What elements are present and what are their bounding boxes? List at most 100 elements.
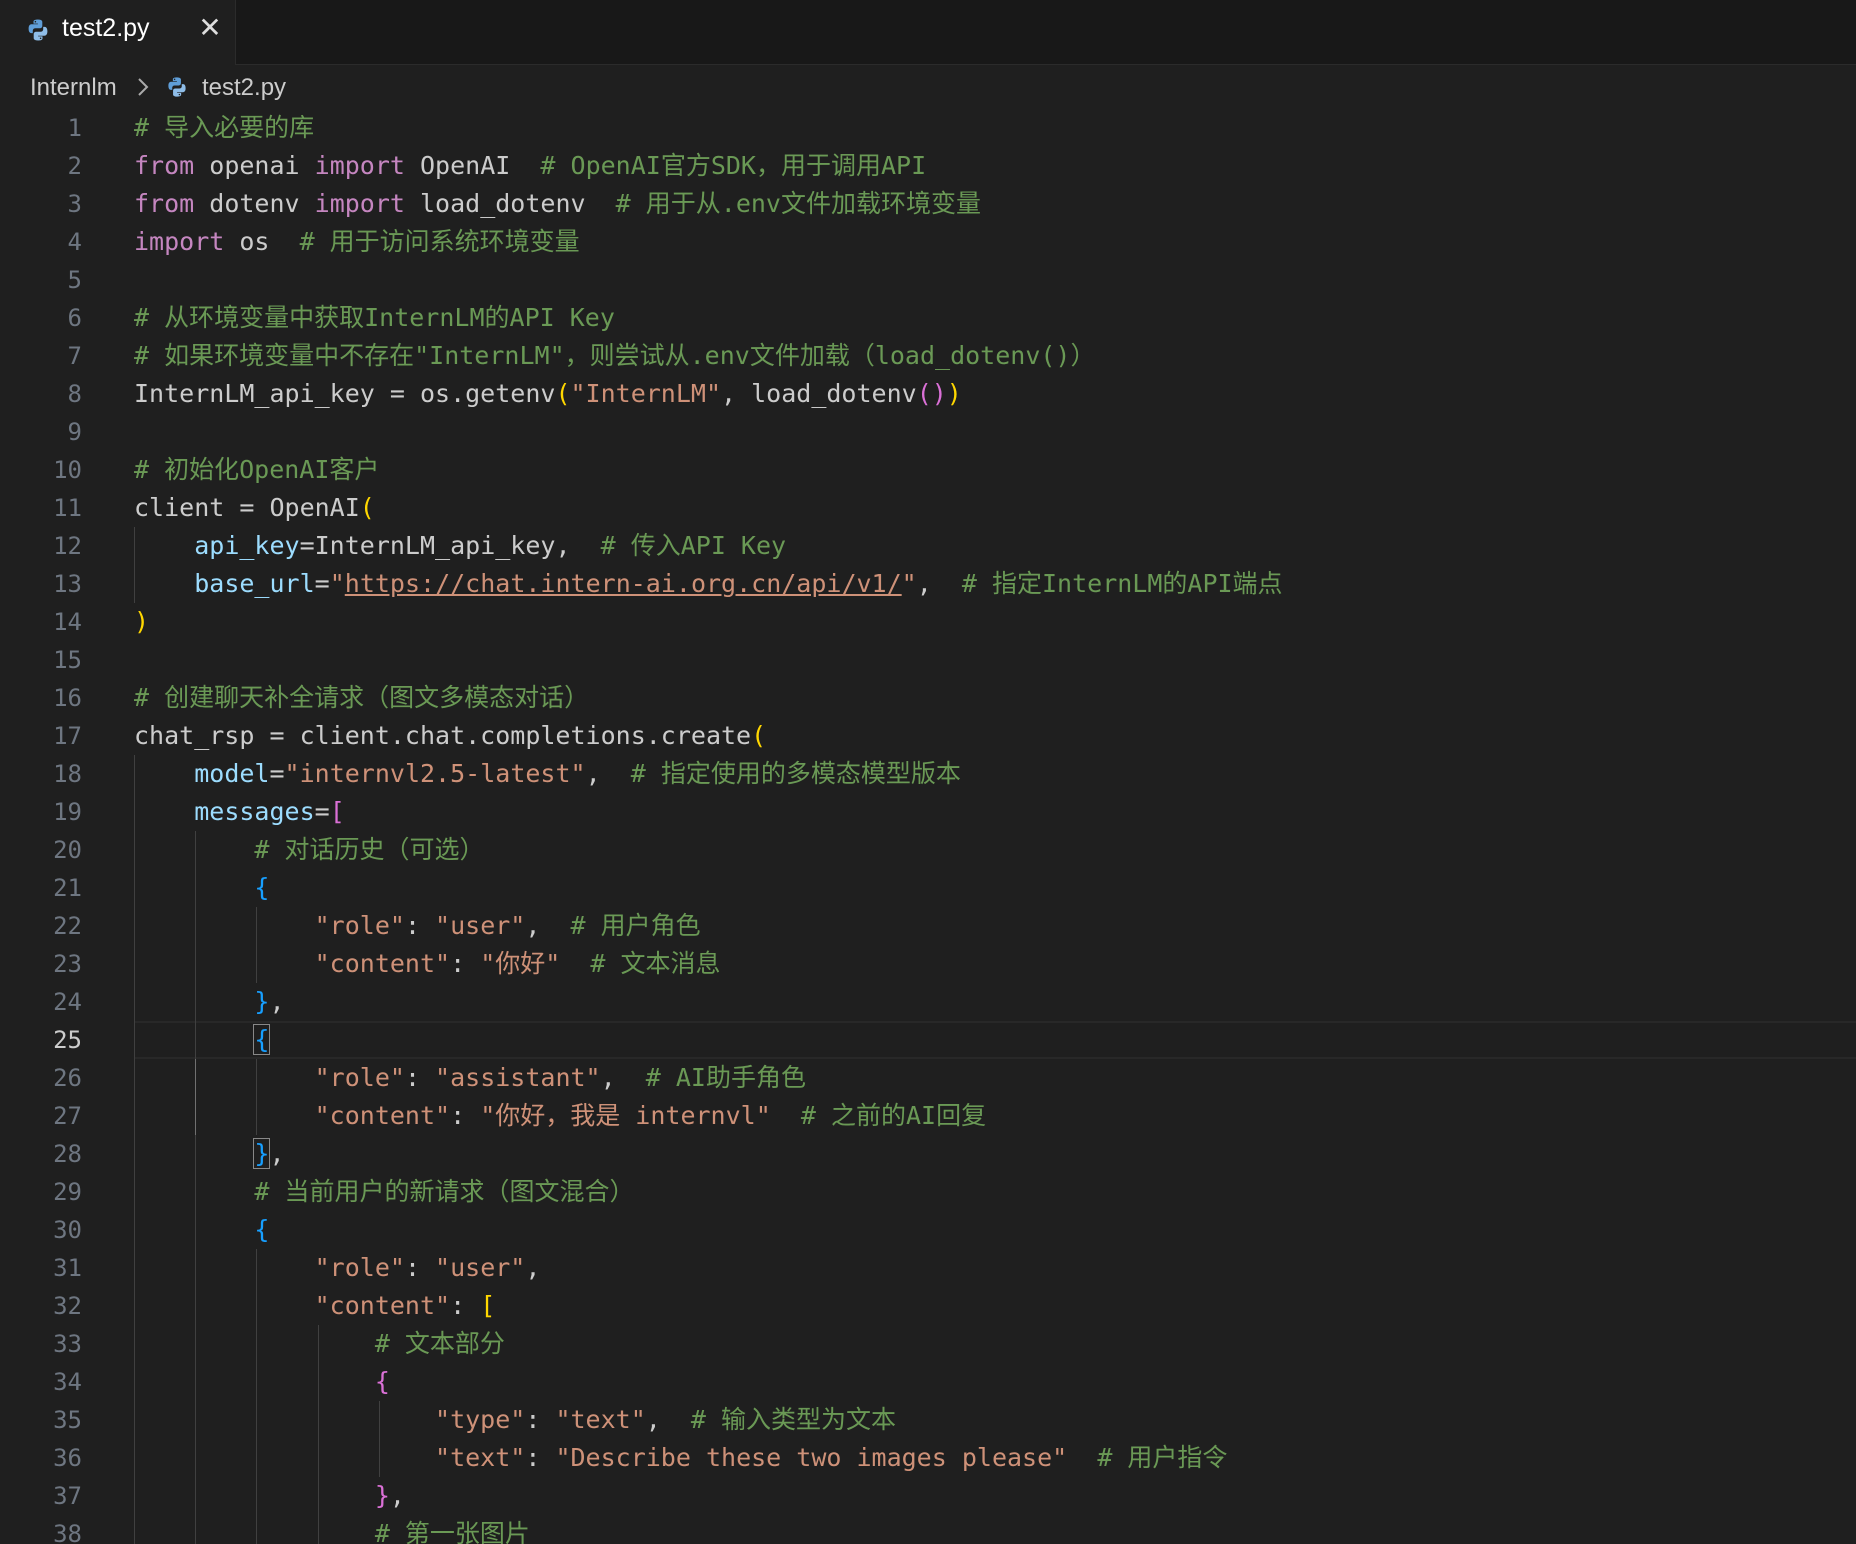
code-token: OpenAI	[404, 151, 541, 180]
code-token: ,	[525, 1253, 541, 1282]
code-text: client = OpenAI(	[134, 489, 375, 527]
line-number: 9	[67, 418, 82, 446]
code-token: ,	[916, 569, 962, 598]
code-token: import	[314, 189, 405, 218]
code-line[interactable]: 29 # 当前用户的新请求（图文混合）	[0, 1173, 1856, 1211]
code-token: "你好"	[480, 949, 561, 978]
code-line[interactable]: 3 from dotenv import load_dotenv # 用于从.en…	[0, 185, 1856, 223]
code-line[interactable]: 32 "content": [	[0, 1287, 1856, 1325]
code-line[interactable]: 28 },	[0, 1135, 1856, 1173]
code-line[interactable]: 14)	[0, 603, 1856, 641]
code-line[interactable]: 13 base_url="https://chat.intern-ai.org.…	[0, 565, 1856, 603]
code-line[interactable]: 8 InternLM_api_key = os.getenv("InternLM"…	[0, 375, 1856, 413]
code-token: "text"	[555, 1405, 646, 1434]
code-token: # 从环境变量中获取InternLM的API Key	[134, 303, 615, 332]
code-text: {	[134, 1021, 271, 1059]
code-line[interactable]: 17 chat_rsp = client.chat.completions.cre…	[0, 717, 1856, 755]
code-line[interactable]: 2 from openai import OpenAI # OpenAI官方SDK…	[0, 147, 1856, 185]
close-icon[interactable]: ✕	[196, 14, 224, 42]
line-number: 11	[53, 494, 82, 522]
code-line[interactable]: 16 # 创建聊天补全请求（图文多模态对话）	[0, 679, 1856, 717]
code-line[interactable]: 10 # 初始化OpenAI客户	[0, 451, 1856, 489]
line-number: 34	[53, 1368, 82, 1396]
line-number: 30	[53, 1216, 82, 1244]
code-token: }	[374, 1481, 390, 1510]
code-text: InternLM_api_key = os.getenv("InternLM",…	[134, 375, 962, 413]
code-token: "text"	[435, 1443, 526, 1472]
code-line[interactable]: 20 # 对话历史（可选）	[0, 831, 1856, 869]
code-token: # 当前用户的新请求（图文混合）	[254, 1177, 635, 1206]
code-line[interactable]: 5	[0, 261, 1856, 299]
code-line[interactable]: 6 # 从环境变量中获取InternLM的API Key	[0, 299, 1856, 337]
code-text: from openai import OpenAI # OpenAI官方SDK，…	[134, 147, 926, 185]
code-token: # OpenAI官方SDK，用于调用API	[540, 151, 927, 180]
code-text: # 第一张图片	[134, 1515, 530, 1544]
code-token: "type"	[435, 1405, 526, 1434]
code-line[interactable]: 11 client = OpenAI(	[0, 489, 1856, 527]
code-text: "text": "Describe these two images pleas…	[134, 1439, 1227, 1477]
code-token: "assistant"	[435, 1063, 601, 1092]
code-line[interactable]: 22 "role": "user", # 用户角色	[0, 907, 1856, 945]
code-text: chat_rsp = client.chat.completions.creat…	[134, 717, 766, 755]
code-token: "InternLM"	[570, 379, 722, 408]
line-number: 31	[53, 1254, 82, 1282]
code-token: "content"	[314, 1291, 451, 1320]
code-line[interactable]: 4 import os # 用于访问系统环境变量	[0, 223, 1856, 261]
code-text: # 对话历史（可选）	[134, 831, 484, 869]
code-text: },	[134, 1135, 285, 1173]
line-number: 38	[53, 1520, 82, 1544]
code-editor[interactable]: 1 # 导入必要的库 2 from openai import OpenAI # Op…	[0, 109, 1856, 1544]
code-line[interactable]: 7 # 如果环境变量中不存在"InternLM"，则尝试从.env文件加载（loa…	[0, 337, 1856, 375]
code-line[interactable]: 35 "type": "text", # 输入类型为文本	[0, 1401, 1856, 1439]
code-line[interactable]: 15	[0, 641, 1856, 679]
code-token: ,	[389, 1481, 405, 1510]
code-token: from	[134, 151, 195, 180]
line-number: 26	[53, 1064, 82, 1092]
code-line[interactable]: 30 {	[0, 1211, 1856, 1249]
code-line[interactable]: 24 },	[0, 983, 1856, 1021]
code-token: =	[314, 797, 330, 826]
code-line[interactable]: 19 messages=[	[0, 793, 1856, 831]
code-line[interactable]: 9	[0, 413, 1856, 451]
line-number: 4	[67, 228, 82, 256]
breadcrumb-folder[interactable]: Internlm	[30, 74, 117, 102]
code-line[interactable]: 1 # 导入必要的库	[0, 109, 1856, 147]
code-line[interactable]: 36 "text": "Describe these two images pl…	[0, 1439, 1856, 1477]
line-number: 5	[67, 266, 82, 294]
python-file-icon	[168, 77, 186, 97]
code-line[interactable]: 33 # 文本部分	[0, 1325, 1856, 1363]
code-line[interactable]: 18 model="internvl2.5-latest", # 指定使用的多模…	[0, 755, 1856, 793]
code-token: openai	[194, 151, 315, 180]
line-number: 15	[53, 646, 82, 674]
code-token: )	[946, 379, 962, 408]
code-token: chat_rsp = client.chat.completions.creat…	[134, 721, 752, 750]
tab-test2-py[interactable]: test2.py ✕	[0, 0, 236, 65]
breadcrumb-file[interactable]: test2.py	[202, 74, 286, 102]
code-token: import	[134, 227, 225, 256]
code-token: :	[450, 1291, 481, 1320]
code-line[interactable]: 12 api_key=InternLM_api_key, # 传入API Key	[0, 527, 1856, 565]
code-line[interactable]: 25 {	[0, 1021, 1856, 1059]
code-token: "Describe these two images please"	[555, 1443, 1068, 1472]
code-line[interactable]: 27 "content": "你好，我是 internvl" # 之前的AI回复	[0, 1097, 1856, 1135]
code-token: :	[404, 1253, 436, 1282]
code-token: :	[450, 949, 481, 978]
code-token: # AI助手角色	[645, 1063, 806, 1092]
code-line[interactable]: 26 "role": "assistant", # AI助手角色	[0, 1059, 1856, 1097]
code-text: },	[134, 983, 284, 1021]
code-token: (	[555, 379, 571, 408]
code-line[interactable]: 31 "role": "user",	[0, 1249, 1856, 1287]
code-token: ,	[269, 1139, 285, 1168]
code-line[interactable]: 34 {	[0, 1363, 1856, 1401]
code-line[interactable]: 23 "content": "你好" # 文本消息	[0, 945, 1856, 983]
code-token: "	[901, 569, 917, 598]
code-line[interactable]: 38 # 第一张图片	[0, 1515, 1856, 1544]
code-token: =InternLM_api_key,	[299, 531, 601, 560]
code-token: # 文本消息	[590, 949, 721, 978]
code-line[interactable]: 37 },	[0, 1477, 1856, 1515]
code-line[interactable]: 21 {	[0, 869, 1856, 907]
